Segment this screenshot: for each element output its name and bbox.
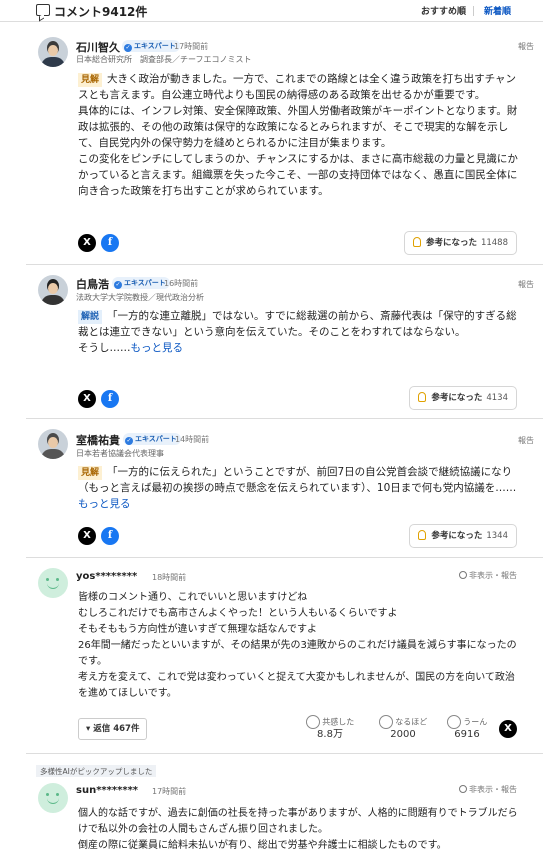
check-icon: ✓ [124,44,132,52]
comments-title: コメント9412件 [54,5,148,19]
user-comment: yos******** 18時間前 非表示・報告 皆様のコメント通り、これでいい… [26,559,543,754]
helpful-button[interactable]: 参考になった 11488 [403,231,517,255]
commenter-affiliation: 日本総合研究所 調査部長／チーフエコノミスト [76,55,252,64]
expert-badge: ✓ エキスパート [123,433,181,445]
comment-text: 大きく政治が動きました。一方で、これまでの路線とは全く違う政策を打ち出すチャンス… [78,73,518,197]
opinion-tag: 見解 [78,73,103,87]
comment-time: 17時間前 [174,42,209,51]
x-share-icon[interactable]: X [78,234,96,252]
helpful-count: 11488 [480,238,508,248]
commenter-name[interactable]: sun******** [76,785,138,796]
read-more-link[interactable]: もっと見る [78,498,131,510]
expert-badge: ✓ エキスパート [122,40,180,52]
comment-text: 「一方的に伝えられた」ということですが、前回7日の自公党首会談で継続協議になり（… [78,466,517,494]
commenter-name[interactable]: 白鳥浩 [76,276,109,292]
lightbulb-icon [418,530,427,540]
comment-icon [36,4,50,16]
reply-button[interactable]: ▾ 返信 467件 [78,718,148,740]
facebook-share-icon[interactable]: f [101,390,119,408]
helpful-count: 1344 [486,531,508,541]
commenter-affiliation: 法政大学大学院教授／現代政治分析 [76,293,204,302]
comment-text: 皆様のコメント通り、これでいいと思いますけどね むしろこれだけでも高市さんよくや… [78,592,517,699]
avatar[interactable] [38,275,68,305]
reaction-empathy[interactable]: 共感した 8.8万 [305,715,355,740]
report-link[interactable]: 報告 [518,41,534,52]
pickup-comment: sun******** 17時間前 非表示・報告 個人的な話ですが、過去に創価の… [26,777,543,862]
opinion-tag: 見解 [78,466,103,480]
commenter-name[interactable]: 室橋祐貴 [76,432,120,448]
reply-count: 467件 [113,724,140,734]
smile-icon [305,715,320,729]
facebook-share-icon[interactable]: f [101,527,119,545]
expert-comment: 白鳥浩 ✓ エキスパート 16時間前 法政大学大学院教授／現代政治分析 報告 解説… [26,266,543,419]
sort-newest-button[interactable]: 新着順 [484,4,511,17]
comment-body: 見解 大きく政治が動きました。一方で、これまでの路線とは全く違う政策を打ち出すチャ… [78,71,524,199]
commenter-affiliation: 日本若者協議会代表理事 [76,449,164,458]
expert-comment: 石川智久 ✓ エキスパート 17時間前 日本総合研究所 調査部長／チーフエコノミス… [26,27,543,265]
thinking-icon [378,715,393,729]
avatar[interactable] [38,37,68,67]
hide-icon [459,571,467,579]
sort-recommended-button[interactable]: おすすめ順 [421,4,466,17]
helpful-count: 4134 [486,393,508,403]
comment-time: 14時間前 [175,435,210,444]
reaction-naruhodo[interactable]: なるほど 2000 [378,715,428,740]
facebook-share-icon[interactable]: f [101,234,119,252]
avatar [38,783,68,813]
analysis-tag: 解説 [78,310,103,324]
comment-time: 17時間前 [152,787,187,796]
x-share-icon[interactable]: X [78,527,96,545]
report-link[interactable]: 報告 [518,435,534,446]
comments-header: コメント9412件 おすすめ順 新着順 [0,0,543,22]
helpful-button[interactable]: 参考になった 4134 [409,386,517,410]
comment-body: 解説 「一方的な連立離脱」ではない。すでに総裁選の前から、斎藤代表は「保守的すぎる… [78,308,524,356]
helpful-button[interactable]: 参考になった 1344 [409,524,517,548]
report-link[interactable]: 報告 [518,279,534,290]
x-share-icon[interactable]: X [78,390,96,408]
comment-time: 16時間前 [164,279,199,288]
comment-time: 18時間前 [152,573,187,582]
check-icon: ✓ [114,281,122,289]
read-more-link[interactable]: もっと見る [131,342,184,354]
frown-icon [446,715,461,729]
commenter-name[interactable]: 石川智久 [76,39,120,55]
lightbulb-icon [412,237,421,247]
check-icon: ✓ [125,437,133,445]
comment-text: 個人的な話ですが、過去に創価の社長を持った事がありますが、人格的に問題有りでトラ… [78,808,518,851]
avatar [38,568,68,598]
avatar[interactable] [38,429,68,459]
expert-badge: ✓ エキスパート [112,277,170,289]
hide-report-link[interactable]: 非表示・報告 [459,570,517,581]
sort-divider [473,6,474,16]
commenter-name[interactable]: yos******** [76,571,137,582]
x-share-icon[interactable]: X [499,720,517,738]
reaction-uun[interactable]: うーん 6916 [442,715,492,740]
comment-body: 見解 「一方的に伝えられた」ということですが、前回7日の自公党首会談で継続協議にな… [78,464,524,512]
lightbulb-icon [418,392,427,402]
hide-icon [459,785,467,793]
expert-comment: 室橋祐貴 ✓ エキスパート 14時間前 日本若者協議会代表理事 報告 見解 「一方的… [26,420,543,558]
hide-report-link[interactable]: 非表示・報告 [459,784,517,795]
